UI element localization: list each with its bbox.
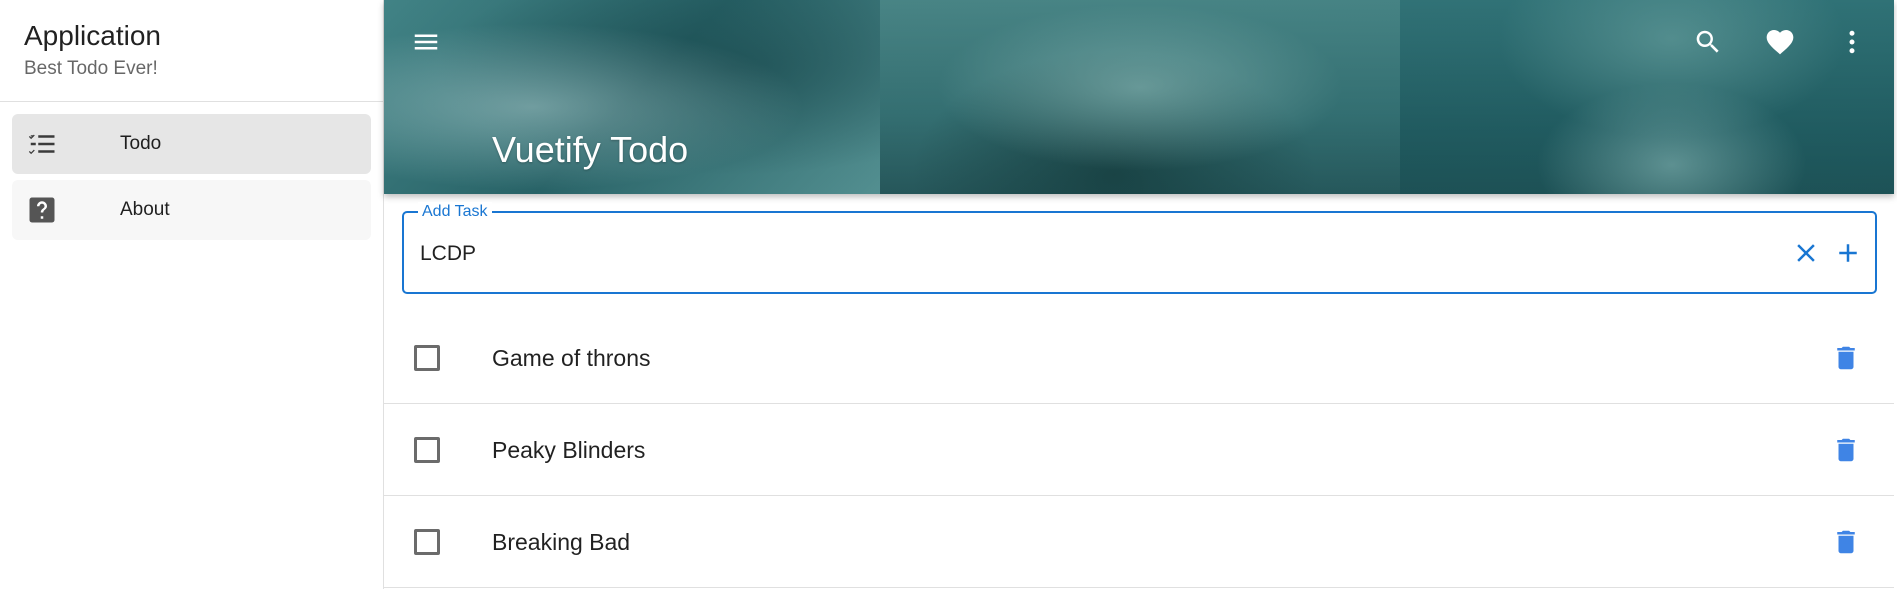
search-icon (1696, 30, 1719, 53)
more-options-button[interactable] (1830, 20, 1874, 64)
delete-task-button[interactable] (1824, 336, 1868, 380)
drawer-subtitle: Best Todo Ever! (24, 58, 158, 79)
delete-task-button[interactable] (1824, 428, 1868, 472)
add-task-button[interactable] (1828, 233, 1868, 273)
search-button[interactable] (1686, 20, 1730, 64)
more-vertical-icon (1849, 30, 1855, 54)
plus-icon (1839, 244, 1857, 262)
app-title: Vuetify Todo (492, 129, 689, 170)
drawer-title: Application (24, 20, 161, 51)
navigation-drawer: Application Best Todo Ever! Todo About (0, 0, 384, 589)
add-task-field: Add Task (402, 202, 1877, 294)
trash-icon (1837, 438, 1855, 462)
task-checkbox[interactable] (414, 437, 440, 463)
heart-icon (1766, 30, 1794, 55)
nav-item-label: Todo (120, 133, 162, 154)
nav-item-todo[interactable]: Todo (12, 114, 371, 174)
task-list: Game of throns Peaky Blinders Breaking B… (384, 312, 1894, 588)
nav-item-about[interactable]: About (12, 180, 371, 240)
help-box-icon (26, 194, 58, 226)
drawer-header: Application Best Todo Ever! (0, 0, 383, 102)
task-row[interactable]: Game of throns (384, 312, 1894, 404)
app-bar-banner: Vuetify Todo (384, 0, 1894, 194)
task-row[interactable]: Breaking Bad (384, 496, 1894, 588)
app-root: Application Best Todo Ever! Todo About V… (0, 0, 1897, 589)
task-checkbox[interactable] (414, 345, 440, 371)
task-row[interactable]: Peaky Blinders (384, 404, 1894, 496)
favorite-button[interactable] (1758, 20, 1802, 64)
trash-icon (1837, 530, 1855, 554)
task-checkbox[interactable] (414, 529, 440, 555)
task-title: Peaky Blinders (492, 437, 646, 463)
format-list-checks-icon (26, 128, 58, 160)
clear-input-button[interactable] (1786, 233, 1826, 273)
nav-item-label: About (120, 199, 170, 220)
menu-icon (414, 34, 438, 50)
menu-button[interactable] (404, 20, 448, 64)
nav-list: Todo About (0, 102, 383, 240)
task-title: Game of throns (492, 345, 651, 371)
delete-task-button[interactable] (1824, 520, 1868, 564)
close-icon (1797, 244, 1815, 262)
add-task-label: Add Task (418, 202, 492, 222)
add-task-input[interactable] (420, 237, 1720, 271)
task-title: Breaking Bad (492, 529, 631, 555)
trash-icon (1837, 346, 1855, 370)
